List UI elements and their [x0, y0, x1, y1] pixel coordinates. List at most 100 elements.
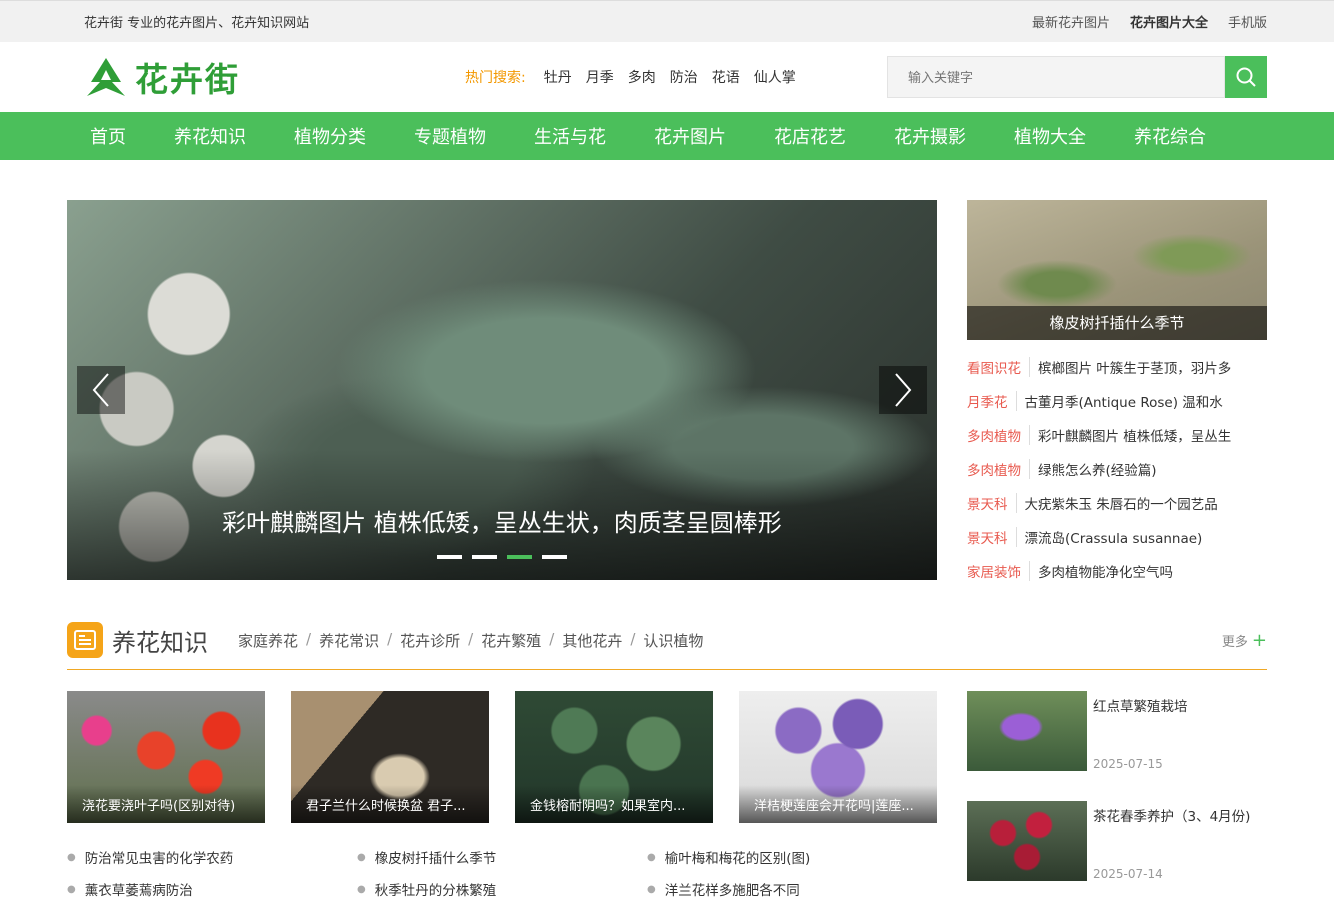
leaf-logo-icon — [87, 58, 125, 96]
nav-item-photography[interactable]: 花卉摄影 — [894, 123, 966, 149]
bullet-icon: ● — [647, 851, 656, 863]
slider-dot[interactable] — [437, 555, 462, 559]
article-link[interactable]: 漂流岛(Crassula susannae) — [1025, 527, 1203, 547]
header: 花卉街 热门搜索: 牡丹 月季 多肉 防治 花语 仙人掌 — [0, 42, 1334, 112]
search-box — [887, 56, 1267, 98]
slider-dot-active[interactable] — [507, 555, 532, 559]
article-link[interactable]: 榆叶梅和梅花的区别(图) — [665, 847, 811, 867]
article-link[interactable]: 绿熊怎么养(经验篇) — [1038, 459, 1157, 479]
article-link[interactable]: 多肉植物能净化空气吗 — [1038, 561, 1173, 581]
article-link[interactable]: 橡皮树扦插什么季节 — [375, 847, 497, 867]
article-link[interactable]: 古董月季(Antique Rose) 温和水 — [1025, 391, 1223, 411]
category-tag[interactable]: 看图识花 — [967, 357, 1030, 377]
side-article-card[interactable]: 茶花春季养护（3、4月份) 2025-07-14 — [967, 801, 1267, 881]
hot-search-item[interactable]: 月季 — [586, 67, 614, 87]
thumbnail-row: 浇花要浇叶子吗(区别对待) 君子兰什么时候换盆 君子... 金钱榕耐阴吗？如果室… — [67, 691, 937, 823]
thumbnail-card[interactable]: 君子兰什么时候换盆 君子... — [291, 691, 489, 823]
sub-link[interactable]: 认识植物 — [643, 630, 703, 651]
article-date: 2025-07-15 — [1093, 757, 1163, 771]
sub-link[interactable]: 其他花卉 — [562, 630, 622, 651]
search-button[interactable] — [1225, 56, 1267, 98]
thumbnail-card[interactable]: 浇花要浇叶子吗(区别对待) — [67, 691, 265, 823]
nav-item-home[interactable]: 首页 — [90, 123, 126, 149]
category-tag[interactable]: 月季花 — [967, 391, 1017, 411]
list-item: 景天科 大疣紫朱玉 朱唇石的一个园艺品 — [967, 486, 1267, 520]
bullet-icon: ● — [357, 883, 366, 895]
slider-dot[interactable] — [542, 555, 567, 559]
search-input[interactable] — [887, 56, 1225, 98]
category-tag[interactable]: 景天科 — [967, 493, 1017, 513]
separator: / — [306, 629, 312, 648]
more-link[interactable]: 更多 + — [1222, 630, 1267, 651]
slider-dot[interactable] — [472, 555, 497, 559]
category-tag[interactable]: 多肉植物 — [967, 425, 1030, 445]
main-nav: 首页 养花知识 植物分类 专题植物 生活与花 花卉图片 花店花艺 花卉摄影 植物… — [0, 112, 1334, 160]
separator: / — [549, 629, 555, 648]
article-link[interactable]: 洋兰花样多施肥各不同 — [665, 879, 800, 899]
section-sub-links: 家庭养花 / 养花常识 / 花卉诊所 / 花卉繁殖 / 其他花卉 / 认识植物 — [238, 630, 703, 651]
feature-image[interactable]: 橡皮树扦插什么季节 — [967, 200, 1267, 340]
image-gallery-link[interactable]: 花卉图片大全 — [1130, 12, 1208, 31]
more-label: 更多 — [1221, 634, 1248, 650]
nav-item-care[interactable]: 养花知识 — [174, 123, 246, 149]
article-thumbnail — [967, 801, 1087, 881]
article-link[interactable]: 秋季牡丹的分株繁殖 — [375, 879, 497, 899]
article-title: 茶花春季养护（3、4月份) — [1093, 809, 1251, 825]
thumbnail-card[interactable]: 洋桔梗莲座会开花吗|莲座... — [739, 691, 937, 823]
section-header: 养花知识 家庭养花 / 养花常识 / 花卉诊所 / 花卉繁殖 / 其他花卉 / 认识植物 … — [67, 621, 1267, 670]
hero-sidebar: 橡皮树扦插什么季节 看图识花 槟榔图片 叶簇生于茎顶，羽片多 月季花 古董月季(… — [967, 200, 1267, 581]
sub-link[interactable]: 花卉诊所 — [400, 630, 460, 651]
side-article-card[interactable]: 红点草繁殖栽培 2025-07-15 — [967, 691, 1267, 771]
nav-item-misc[interactable]: 养花综合 — [1134, 123, 1206, 149]
slider-caption[interactable]: 彩叶麒麟图片 植株低矮，呈丛生状，肉质茎呈圆棒形 — [67, 503, 937, 538]
sub-link[interactable]: 花卉繁殖 — [481, 630, 541, 651]
thumbnail-card[interactable]: 金钱榕耐阴吗？如果室内... — [515, 691, 713, 823]
article-link[interactable]: 防治常见虫害的化学农药 — [85, 847, 234, 867]
top-links: 最新花卉图片 花卉图片大全 手机版 — [1032, 12, 1267, 31]
list-item: 月季花 古董月季(Antique Rose) 温和水 — [967, 384, 1267, 418]
category-tag[interactable]: 家居装饰 — [967, 561, 1030, 581]
mobile-version-link[interactable]: 手机版 — [1228, 12, 1267, 31]
hot-search-label: 热门搜索: — [465, 70, 526, 86]
article-link[interactable]: 彩叶麒麟图片 植株低矮，呈丛生 — [1038, 425, 1231, 445]
bullet-icon: ● — [67, 851, 76, 863]
category-tag[interactable]: 景天科 — [967, 527, 1017, 547]
bullet-icon: ● — [67, 883, 76, 895]
separator: / — [468, 629, 474, 648]
latest-images-link[interactable]: 最新花卉图片 — [1032, 12, 1110, 31]
article-link[interactable]: 大疣紫朱玉 朱唇石的一个园艺品 — [1025, 493, 1218, 513]
nav-item-life[interactable]: 生活与花 — [534, 123, 606, 149]
slider-next-button[interactable] — [879, 366, 927, 414]
nav-item-topics[interactable]: 专题植物 — [414, 123, 486, 149]
hot-search-item[interactable]: 防治 — [670, 67, 698, 87]
image-slider[interactable]: 彩叶麒麟图片 植株低矮，呈丛生状，肉质茎呈圆棒形 — [67, 200, 937, 580]
nav-item-classification[interactable]: 植物分类 — [294, 123, 366, 149]
chevron-right-icon — [895, 373, 912, 407]
section-content: 浇花要浇叶子吗(区别对待) 君子兰什么时候换盆 君子... 金钱榕耐阴吗？如果室… — [67, 691, 1267, 899]
article-link[interactable]: 槟榔图片 叶簇生于茎顶，羽片多 — [1038, 357, 1231, 377]
logo-text: 花卉街 — [135, 60, 240, 99]
site-logo[interactable]: 花卉街 — [85, 53, 465, 101]
site-slogan: 花卉街 专业的花卉图片、花卉知识网站 — [84, 16, 310, 31]
article-date: 2025-07-14 — [1093, 867, 1163, 881]
sub-link[interactable]: 养花常识 — [319, 630, 379, 651]
slider-prev-button[interactable] — [77, 366, 125, 414]
article-link[interactable]: 薰衣草萎蔫病防治 — [85, 879, 193, 899]
chevron-left-icon — [92, 373, 109, 407]
nav-item-images[interactable]: 花卉图片 — [654, 123, 726, 149]
sub-link[interactable]: 家庭养花 — [238, 630, 298, 651]
nav-item-encyclopedia[interactable]: 植物大全 — [1014, 123, 1086, 149]
hot-search-item[interactable]: 牡丹 — [544, 67, 572, 87]
thumbnail-caption: 君子兰什么时候换盆 君子... — [291, 785, 489, 823]
list-item: 家居装饰 多肉植物能净化空气吗 — [967, 554, 1267, 588]
hot-search-item[interactable]: 仙人掌 — [754, 67, 796, 87]
article-title: 红点草繁殖栽培 — [1093, 699, 1188, 715]
article-list: ● 防治常见虫害的化学农药 ● 橡皮树扦插什么季节 ● 榆叶梅和梅花的区别(图) ● 薰… — [67, 841, 937, 899]
category-tag[interactable]: 多肉植物 — [967, 459, 1030, 479]
list-item: ● 薰衣草萎蔫病防治 — [67, 873, 357, 899]
hot-search-item[interactable]: 花语 — [712, 67, 740, 87]
hot-search-item[interactable]: 多肉 — [628, 67, 656, 87]
knowledge-icon — [67, 622, 103, 658]
feature-caption: 橡皮树扦插什么季节 — [967, 306, 1267, 340]
nav-item-florist[interactable]: 花店花艺 — [774, 123, 846, 149]
